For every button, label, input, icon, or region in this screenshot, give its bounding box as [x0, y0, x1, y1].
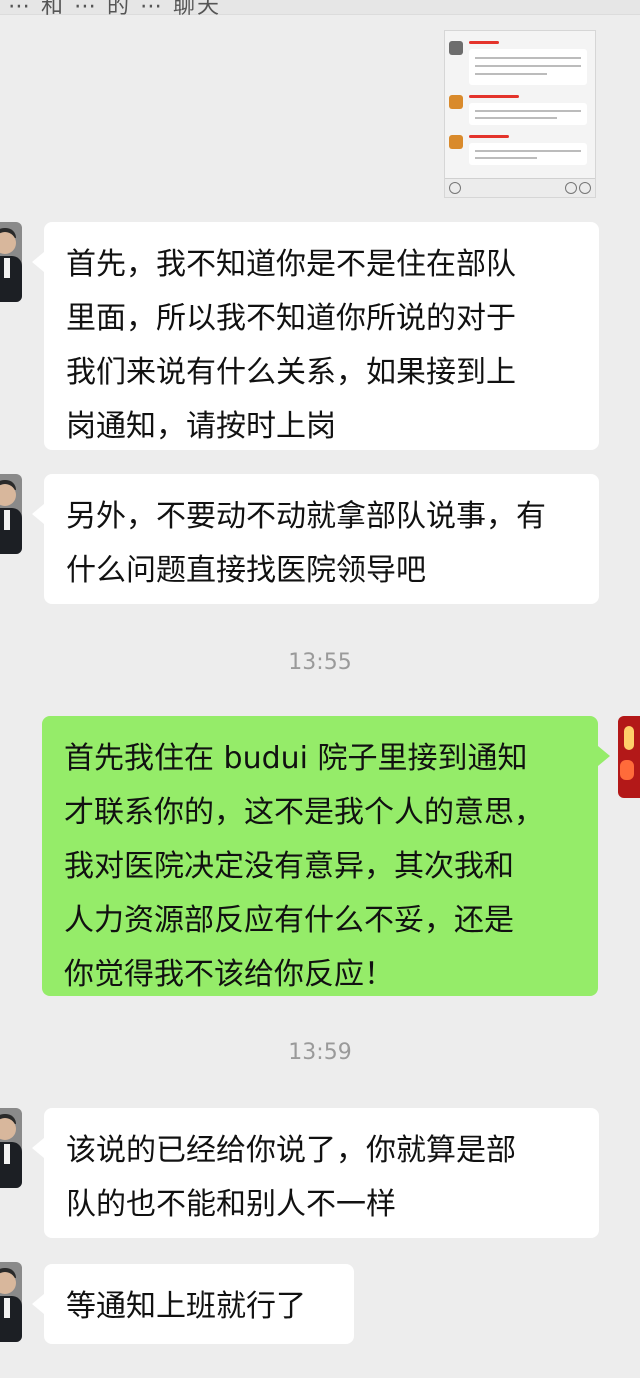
message-text: 等通知上班就行了: [66, 1289, 306, 1324]
message-text: 该说的已经给你说了，你就算是部 队的也不能和别人不一样: [66, 1133, 516, 1222]
image-attachment[interactable]: [444, 30, 596, 198]
own-message-bubble[interactable]: 首先我住在 budui 院子里接到通知 才联系你的，这不是我个人的意思， 我对医…: [42, 716, 610, 996]
message-bubble[interactable]: 等通知上班就行了: [32, 1264, 354, 1344]
user-avatar-icon[interactable]: [0, 1262, 22, 1342]
user-avatar-icon[interactable]: [0, 1108, 22, 1188]
add-icon: [579, 182, 591, 194]
chat-header: ⋯ 和 ⋯ 的 ⋯ 聊天: [0, 0, 640, 19]
message-text: 首先，我不知道你是不是住在部队 里面，所以我不知道你所说的对于 我们来说有什么关…: [66, 247, 516, 444]
message-text: 首先我住在 budui 院子里接到通知 才联系你的，这不是我个人的意思， 我对医…: [64, 741, 544, 992]
mini-avatar-icon: [449, 41, 463, 55]
own-avatar-icon[interactable]: [618, 716, 640, 798]
message-bubble[interactable]: 首先，我不知道你是不是住在部队 里面，所以我不知道你所说的对于 我们来说有什么关…: [32, 222, 599, 450]
user-avatar-icon[interactable]: [0, 474, 22, 554]
timestamp: 13:59: [288, 1040, 352, 1065]
voice-icon: [449, 182, 461, 194]
timestamp: 13:55: [288, 650, 352, 675]
user-avatar-icon[interactable]: [0, 222, 22, 302]
mini-avatar-icon: [449, 135, 463, 149]
mini-input-bar: [445, 178, 595, 197]
message-text: 另外，不要动不动就拿部队说事，有 什么问题直接找医院领导吧: [66, 499, 546, 588]
mini-avatar-icon: [449, 95, 463, 109]
chat-title: ⋯ 和 ⋯ 的 ⋯ 聊天: [8, 0, 221, 19]
message-bubble[interactable]: 该说的已经给你说了，你就算是部 队的也不能和别人不一样: [32, 1108, 599, 1238]
message-bubble[interactable]: 另外，不要动不动就拿部队说事，有 什么问题直接找医院领导吧: [32, 474, 599, 604]
emoji-icon: [565, 182, 577, 194]
